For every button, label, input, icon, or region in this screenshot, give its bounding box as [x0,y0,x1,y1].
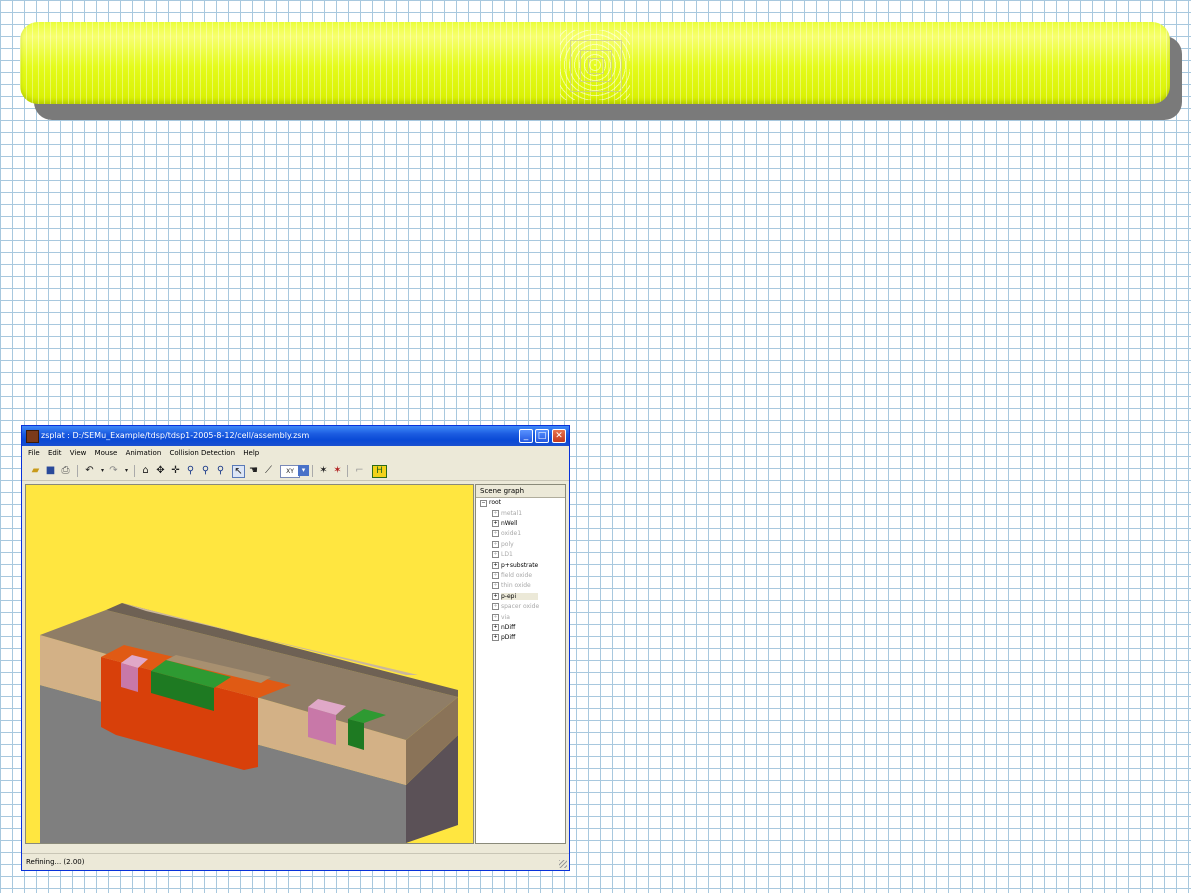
menu-mouse[interactable]: Mouse [95,449,118,457]
menu-edit[interactable]: Edit [48,449,62,457]
toolbar-separator [77,465,78,477]
redo-dropdown-icon[interactable]: ▾ [121,465,132,476]
ndiff-front-right [348,719,364,750]
home-icon[interactable]: ⌂ [140,465,151,476]
expand-icon[interactable]: + [492,634,499,641]
rotate-icon[interactable]: ✥ [155,465,166,476]
run-icon[interactable]: ✶ [318,465,329,476]
undo-dropdown-icon[interactable]: ▾ [97,465,108,476]
resize-grip-icon[interactable] [559,860,567,868]
undo-icon[interactable]: ↶ [84,465,95,476]
separator-icon: ⌐ [355,465,364,476]
open-icon[interactable]: ▰ [30,465,41,476]
measure-icon[interactable]: ⟋ [263,465,274,476]
menu-animation[interactable]: Animation [126,449,162,457]
tree-item-poly[interactable]: + poly [492,540,514,549]
maximize-button[interactable]: □ [535,429,549,443]
title-banner [20,22,1170,104]
print-icon[interactable]: ⎙ [60,465,71,476]
status-text: Refining... (2.00) [26,858,85,866]
scene-graph-header: Scene graph [476,485,565,498]
expand-icon[interactable]: + [492,593,499,600]
tree-item-metal1[interactable]: + metal1 [492,509,522,518]
expand-icon[interactable]: + [492,510,499,517]
collapse-icon[interactable]: − [480,500,487,507]
zoom-icon[interactable]: ⚲ [185,465,196,476]
tree-item-pdiff[interactable]: + pDiff [492,633,515,642]
tree-item-oxide1[interactable]: + oxide1 [492,529,521,538]
expand-icon[interactable]: + [492,562,499,569]
tree-root[interactable]: − root [480,499,501,507]
tree-item-thin-oxide[interactable]: + thin oxide [492,581,531,590]
menu-collision-detection[interactable]: Collision Detection [169,449,235,457]
menu-bar: File Edit View Mouse Animation Collision… [22,446,569,460]
hand-icon[interactable]: ☚ [248,465,259,476]
expand-icon[interactable]: + [492,582,499,589]
banner-emblem-icon [560,30,630,100]
tree-item-spacer-oxide[interactable]: + spacer oxide [492,602,539,611]
toolbar: ▰ ■ ⎙ ↶ ▾ ↷ ▾ ⌂ ✥ ✛ ⚲ ⚲ ⚲ ↖ ☚ ⟋ XY ▾ ✶ ✶… [22,462,569,481]
tree-item-p-substrate[interactable]: + p+substrate [492,561,538,570]
view-select[interactable]: XY [280,465,300,478]
toolbar-separator [347,465,348,477]
tree-item-ndiff[interactable]: + nDiff [492,623,515,632]
menu-file[interactable]: File [28,449,40,457]
export-icon[interactable]: H [372,465,387,478]
redo-icon[interactable]: ↷ [108,465,119,476]
expand-icon[interactable]: + [492,614,499,621]
window-titlebar[interactable]: zsplat : D:/SEMu_Example/tdsp/tdsp1-2005… [22,426,569,446]
pan-icon[interactable]: ✛ [170,465,181,476]
expand-icon[interactable]: + [492,520,499,527]
window-title: zsplat : D:/SEMu_Example/tdsp/tdsp1-2005… [41,431,310,440]
zoom-fit-icon[interactable]: ⚲ [215,465,226,476]
collision-icon[interactable]: ✶ [332,465,343,476]
minimize-button[interactable]: _ [519,429,533,443]
tree-root-label: root [489,499,502,506]
close-button[interactable]: ✕ [552,429,566,443]
pdiff-front-left [121,663,138,692]
expand-icon[interactable]: + [492,551,499,558]
expand-icon[interactable]: + [492,572,499,579]
tree-item-field-oxide[interactable]: + field oxide [492,571,532,580]
zsplat-window: zsplat : D:/SEMu_Example/tdsp/tdsp1-2005… [21,425,570,871]
toolbar-separator [312,465,313,477]
expand-icon[interactable]: + [492,603,499,610]
device-model [40,603,458,843]
tree-item-via[interactable]: + via [492,613,510,622]
save-icon[interactable]: ■ [45,465,56,476]
expand-icon[interactable]: + [492,530,499,537]
menu-help[interactable]: Help [243,449,259,457]
tree-item-ld1[interactable]: + LD1 [492,550,513,559]
expand-icon[interactable]: + [492,541,499,548]
tree-item-nwell[interactable]: + nWell [492,519,517,528]
scene-graph-panel: Scene graph − root + metal1 + nWell + oxide1… [475,484,566,844]
select-icon[interactable]: ↖ [232,465,245,478]
menu-view[interactable]: View [70,449,87,457]
tree-item-p-epi[interactable]: + p-epi [492,592,539,601]
status-bar: Refining... (2.00) [22,853,569,870]
zoom-out-icon[interactable]: ⚲ [200,465,211,476]
expand-icon[interactable]: + [492,624,499,631]
toolbar-separator [134,465,135,477]
3d-viewport[interactable] [25,484,474,844]
view-select-dropdown-icon[interactable]: ▾ [298,465,309,476]
app-icon[interactable] [26,430,39,443]
